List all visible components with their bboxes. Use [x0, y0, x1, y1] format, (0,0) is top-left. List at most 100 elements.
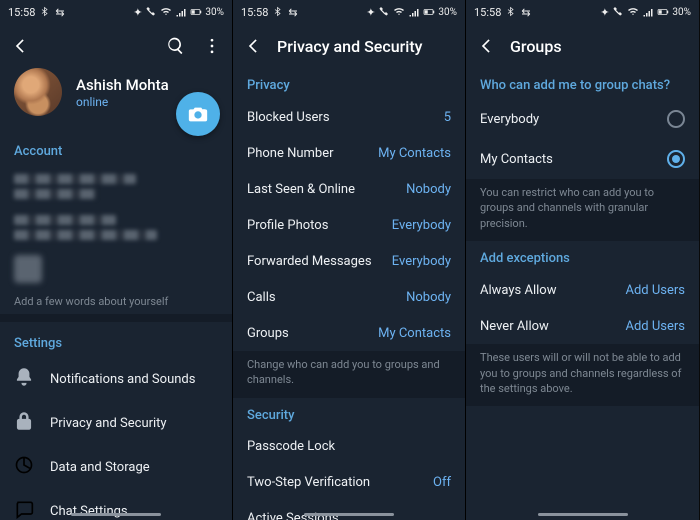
nav-bar [233, 513, 465, 516]
battery-percent: 30% [672, 7, 691, 18]
profile-header: Ashish Mohta online [0, 68, 232, 130]
row-value: Nobody [406, 290, 451, 305]
app-bar [0, 24, 232, 68]
status-misc-icon: ⇆ [55, 6, 64, 19]
exceptions-list: Always AllowAdd Users Never Allow Add User… [466, 272, 699, 344]
section-label-security: Security [233, 398, 465, 429]
wifi-icon [393, 6, 405, 18]
row-label: Data and Storage [50, 460, 218, 475]
camera-icon [187, 103, 209, 125]
bluetooth-icon [272, 6, 284, 18]
search-button[interactable] [164, 34, 188, 58]
app-bar: Groups [466, 24, 699, 68]
row-label: Chat Settings [50, 504, 218, 519]
security-list: Passcode Lock Two-Step Verification Off Act… [233, 429, 465, 520]
battery-icon [657, 6, 669, 18]
lock-icon [14, 411, 34, 435]
radio-icon [667, 110, 685, 128]
who-hint: You can restrict who can add you to grou… [466, 179, 699, 241]
list-row[interactable]: Blocked Users 5 [233, 99, 465, 135]
screen-privacy-security: 15:58 ⇆ ✦ 30% Privacy and Security Priva… [233, 0, 466, 520]
settings-row[interactable]: Privacy and Security [0, 401, 232, 445]
row-label: Groups [247, 326, 362, 341]
chat-icon [14, 499, 34, 520]
radio-option[interactable]: Everybody [466, 99, 699, 139]
status-misc-icon: ⇆ [288, 6, 297, 19]
list-row[interactable]: Active Sessions [233, 501, 465, 520]
more-button[interactable] [200, 34, 224, 58]
list-row[interactable]: CallsNobody [233, 279, 465, 315]
row-value: Everybody [392, 218, 451, 233]
back-button[interactable] [474, 34, 498, 58]
row-label: Two-Step Verification [247, 475, 417, 490]
list-row[interactable]: Passcode Lock [233, 429, 465, 465]
radio-option[interactable]: My Contacts [466, 139, 699, 179]
list-row[interactable]: Two-Step Verification Off [233, 465, 465, 501]
row-value: Add Users [625, 319, 685, 334]
list-row[interactable]: Groups My Contacts [233, 315, 465, 351]
divider [0, 314, 232, 322]
row-value: Nobody [406, 182, 451, 197]
list-row[interactable]: Phone NumberMy Contacts [233, 135, 465, 171]
row-label: Never Allow [480, 319, 609, 334]
section-label-who: Who can add me to group chats? [466, 68, 699, 99]
screen-settings-root: 15:58 ⇆ ✦ 30% Ashish Mohta online [0, 0, 233, 520]
row-label: Passcode Lock [247, 439, 435, 454]
battery-percent: 30% [438, 7, 457, 18]
row-label: Privacy and Security [50, 416, 218, 431]
list-row[interactable]: Last Seen & Online Nobody [233, 171, 465, 207]
profile-name: Ashish Mohta [76, 76, 169, 94]
row-label: Last Seen & Online [247, 182, 390, 197]
list-row[interactable]: Always AllowAdd Users [466, 272, 699, 308]
status-misc-icon: ✦ [366, 6, 375, 19]
settings-row[interactable]: Notifications and Sounds [0, 357, 232, 401]
signal-icon [408, 6, 420, 18]
row-value: Off [433, 475, 451, 490]
section-label-exceptions: Add exceptions [466, 241, 699, 272]
settings-list: Notifications and Sounds Privacy and Secu… [0, 357, 232, 520]
status-bar: 15:58 ⇆ ✦ 30% [233, 0, 465, 24]
phone-icon [145, 6, 157, 18]
option-label: My Contacts [480, 152, 651, 167]
battery-icon [190, 6, 202, 18]
avatar[interactable] [14, 68, 62, 116]
option-label: Everybody [480, 112, 651, 127]
wifi-icon [627, 6, 639, 18]
row-label: Phone Number [247, 146, 362, 161]
status-time: 15:58 [474, 6, 501, 19]
row-value: 5 [444, 110, 451, 125]
status-time: 15:58 [8, 6, 35, 19]
back-button[interactable] [241, 34, 265, 58]
privacy-list: Blocked Users5Phone NumberMy ContactsLas… [233, 99, 465, 351]
change-photo-button[interactable] [176, 92, 220, 136]
signal-icon [175, 6, 187, 18]
row-value: Add Users [625, 283, 685, 298]
row-label: Blocked Users [247, 110, 428, 125]
settings-row[interactable]: Data and Storage [0, 445, 232, 489]
status-time: 15:58 [241, 6, 268, 19]
page-title: Groups [510, 37, 562, 56]
app-bar: Privacy and Security [233, 24, 465, 68]
account-redacted [0, 165, 232, 295]
who-options: Everybody My Contacts [466, 99, 699, 179]
privacy-hint: Change who can add you to groups and cha… [233, 351, 465, 398]
back-button[interactable] [8, 34, 32, 58]
list-row[interactable]: Forwarded MessagesEverybody [233, 243, 465, 279]
screen-groups: 15:58 ⇆ ✦ 30% Groups Who can add me to g… [466, 0, 699, 520]
list-row[interactable]: Never Allow Add Users [466, 308, 699, 344]
row-label: Profile Photos [247, 218, 376, 233]
row-value: My Contacts [378, 326, 451, 341]
nav-bar [466, 513, 699, 516]
nav-bar [0, 513, 232, 516]
list-row[interactable]: Profile Photos Everybody [233, 207, 465, 243]
battery-percent: 30% [205, 7, 224, 18]
exceptions-hint: These users will or will not be able to … [466, 344, 699, 406]
wifi-icon [160, 6, 172, 18]
phone-icon [612, 6, 624, 18]
profile-status: online [76, 95, 169, 109]
signal-icon [642, 6, 654, 18]
status-misc-icon: ✦ [133, 6, 142, 19]
row-value: Everybody [392, 254, 451, 269]
chart-icon [14, 455, 34, 479]
phone-icon [378, 6, 390, 18]
